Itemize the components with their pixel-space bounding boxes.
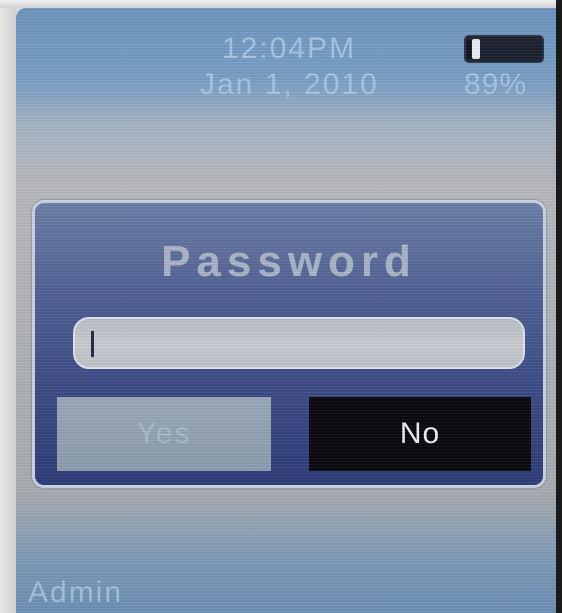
password-input[interactable] <box>73 317 525 369</box>
device-bezel-right <box>556 0 562 613</box>
footer-user-label: Admin <box>28 576 124 609</box>
text-cursor <box>91 331 94 357</box>
device-screen: 12:04PM Jan 1, 2010 89% Password Yes No … <box>16 8 556 613</box>
dialog-title: Password <box>161 237 417 286</box>
clock-date: Jan 1, 2010 <box>200 68 379 101</box>
device-bezel-top <box>0 0 562 8</box>
no-button[interactable]: No <box>309 397 531 471</box>
clock-time: 12:04PM <box>222 32 357 65</box>
password-dialog: Password Yes No <box>32 200 546 488</box>
status-bar: 12:04PM Jan 1, 2010 89% <box>16 8 556 118</box>
battery-percentage: 89% <box>464 68 528 101</box>
battery-icon <box>464 34 546 64</box>
yes-button[interactable]: Yes <box>57 397 271 471</box>
device-bezel-left <box>0 0 16 613</box>
